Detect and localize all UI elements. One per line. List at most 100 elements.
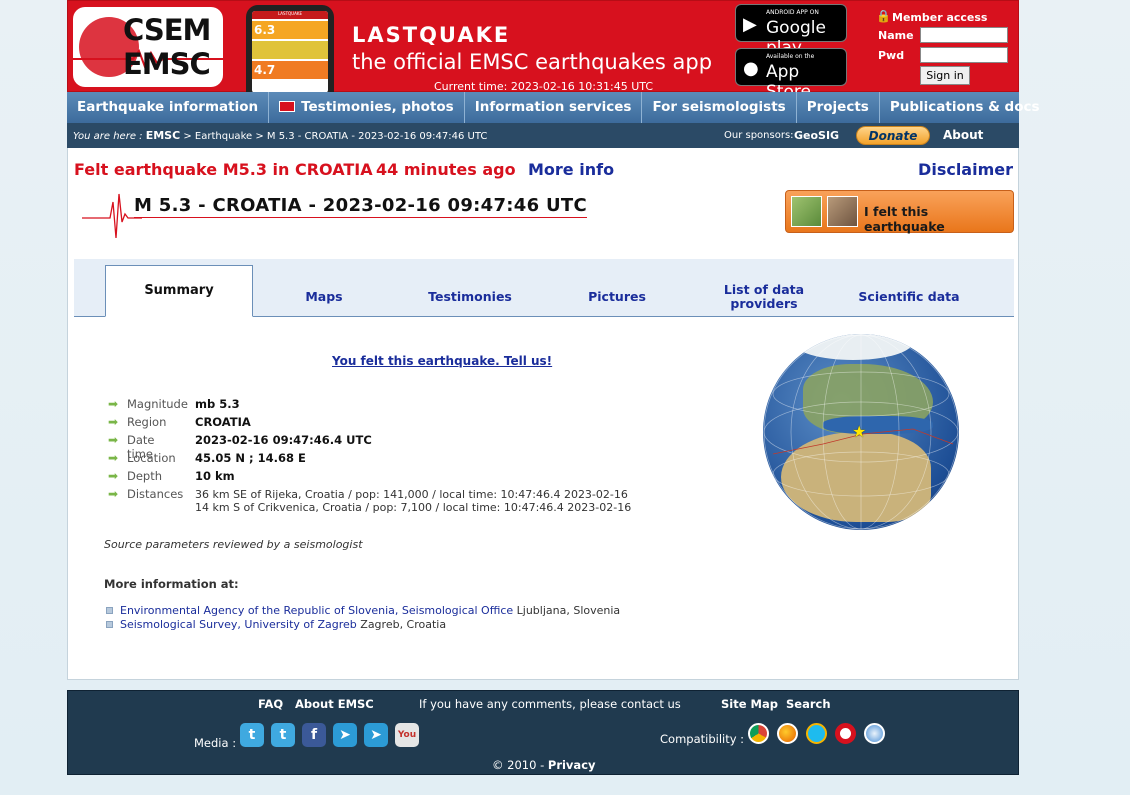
- youtube-icon[interactable]: You: [395, 723, 419, 747]
- nav-information-services[interactable]: Information services: [465, 92, 643, 123]
- faq-link[interactable]: FAQ: [258, 697, 283, 711]
- privacy-link[interactable]: Privacy: [548, 758, 596, 772]
- damage-thumbnail-icon: [827, 196, 858, 227]
- main-nav: Earthquake information Testimonies, phot…: [67, 92, 1040, 123]
- play-icon: ▶: [743, 14, 757, 35]
- seismogram-icon: [82, 193, 142, 239]
- telegram-icon[interactable]: ➤: [333, 723, 357, 747]
- provider-link[interactable]: Seismological Survey, University of Zagr…: [120, 618, 357, 631]
- provider-links: Environmental Agency of the Republic of …: [106, 604, 620, 632]
- pwd-label: Pwd: [878, 49, 905, 62]
- name-label: Name: [878, 29, 914, 42]
- param-value: mb 5.3: [195, 397, 240, 411]
- time-ago: 44 minutes ago: [376, 160, 516, 179]
- distance-item: 14 km S of Crikvenica, Croatia / pop: 7,…: [195, 501, 632, 514]
- sign-in-button[interactable]: Sign in: [920, 66, 970, 85]
- tab-label: Pictures: [588, 289, 646, 304]
- google-play-badge[interactable]: ▶ ANDROID APP ON Google play: [735, 4, 847, 58]
- arrow-icon: ➡: [108, 469, 119, 483]
- twitter-icon[interactable]: t: [271, 723, 295, 747]
- compatibility-label: Compatibility :: [660, 732, 745, 746]
- disclaimer-link[interactable]: Disclaimer: [918, 160, 1013, 179]
- arrow-icon: ➡: [108, 415, 119, 429]
- nav-label: Earthquake information: [77, 99, 259, 115]
- telegram-icon[interactable]: ➤: [364, 723, 388, 747]
- app-store-badge[interactable]: ● Available on the App Store: [735, 48, 847, 102]
- param-value: 2023-02-16 09:47:46.4 UTC: [195, 433, 372, 447]
- page: CSEM EMSC LASTQUAKE 6.3 4.7 LASTQUAKE th…: [67, 0, 1040, 775]
- epicenter-globe-map[interactable]: ★: [763, 334, 959, 530]
- logo-text-top: CSEM: [123, 13, 211, 47]
- breadcrumb-trail[interactable]: > Earthquake > M 5.3 - CROATIA - 2023-02…: [183, 131, 487, 142]
- i-felt-this-earthquake-button[interactable]: I felt this earthquake: [785, 190, 1014, 234]
- donate-button[interactable]: Donate: [856, 126, 930, 145]
- you-felt-tell-us-link[interactable]: You felt this earthquake. Tell us!: [332, 354, 552, 368]
- phone-mag-1: 6.3: [254, 23, 276, 37]
- nav-label: Testimonies, photos: [301, 99, 454, 115]
- internet-explorer-icon: [806, 723, 827, 744]
- reviewed-note: Source parameters reviewed by a seismolo…: [104, 538, 363, 551]
- safari-icon: [864, 723, 885, 744]
- param-key: Magnitude: [127, 397, 188, 411]
- emsc-logo[interactable]: CSEM EMSC: [73, 7, 223, 87]
- list-item: Seismological Survey, University of Zagr…: [106, 618, 620, 632]
- social-media-icons: t t f ➤ ➤ You: [240, 723, 419, 747]
- nav-label: Information services: [474, 99, 632, 115]
- member-access-title: Member access: [892, 11, 988, 24]
- site-map-link[interactable]: Site Map: [721, 697, 778, 711]
- arrow-icon: ➡: [108, 397, 119, 411]
- site-footer: FAQ About EMSC If you have any comments,…: [67, 690, 1019, 775]
- more-info-link[interactable]: More info: [528, 160, 614, 179]
- arrow-icon: ➡: [108, 487, 119, 501]
- param-value: CROATIA: [195, 415, 251, 429]
- app-title[interactable]: LASTQUAKE: [352, 23, 510, 47]
- contact-us-text[interactable]: If you have any comments, please contact…: [419, 697, 681, 711]
- nav-publications-docs[interactable]: Publications & docs: [880, 92, 1050, 123]
- tab-summary[interactable]: Summary: [105, 265, 253, 317]
- breadcrumb-prefix: You are here :: [73, 131, 143, 142]
- provider-place: Zagreb, Croatia: [356, 618, 447, 631]
- app-subtitle[interactable]: the official EMSC earthquakes app: [352, 50, 712, 74]
- event-tabs: Summary Maps Testimonies Pictures List o…: [74, 259, 1014, 317]
- breadcrumb-root-link[interactable]: EMSC: [146, 129, 180, 142]
- tab-list-of-data-providers[interactable]: List of data providers: [704, 277, 824, 317]
- nav-testimonies-photos[interactable]: Testimonies, photos: [269, 92, 465, 123]
- google-play-small-text: ANDROID APP ON: [766, 9, 819, 16]
- tab-pictures[interactable]: Pictures: [544, 277, 690, 317]
- param-key: Depth: [127, 469, 163, 483]
- nav-label: For seismologists: [652, 99, 786, 115]
- password-input[interactable]: [920, 47, 1008, 63]
- phone-app-image[interactable]: LASTQUAKE 6.3 4.7: [246, 5, 334, 93]
- app-store-small-text: Available on the: [766, 53, 815, 60]
- opera-icon: [835, 723, 856, 744]
- site-header: CSEM EMSC LASTQUAKE 6.3 4.7 LASTQUAKE th…: [67, 0, 1019, 102]
- about-emsc-footer-link[interactable]: About EMSC: [295, 697, 374, 711]
- nav-projects[interactable]: Projects: [797, 92, 880, 123]
- facebook-icon[interactable]: f: [302, 723, 326, 747]
- twitter-icon[interactable]: t: [240, 723, 264, 747]
- list-item: Environmental Agency of the Republic of …: [106, 604, 620, 618]
- flag-icon: [279, 101, 296, 112]
- felt-button-label: I felt this earthquake: [864, 204, 945, 234]
- param-value: 10 km: [195, 469, 235, 483]
- name-input[interactable]: [920, 27, 1008, 43]
- nav-earthquake-information[interactable]: Earthquake information: [67, 92, 270, 123]
- search-link[interactable]: Search: [786, 697, 831, 711]
- map-thumbnail-icon: [791, 196, 822, 227]
- provider-link[interactable]: Environmental Agency of the Republic of …: [120, 604, 513, 617]
- tab-label: Maps: [305, 289, 343, 304]
- nav-for-seismologists[interactable]: For seismologists: [642, 92, 797, 123]
- tab-label: List of data providers: [723, 282, 805, 311]
- param-key: Region: [127, 415, 167, 429]
- sponsors-label: Our sponsors:: [724, 130, 794, 141]
- distances-list: 36 km SE of Rijeka, Croatia / pop: 141,0…: [195, 488, 631, 514]
- param-key: Distances: [127, 487, 184, 501]
- copyright-text: © 2010 -: [492, 758, 545, 772]
- arrow-icon: ➡: [108, 433, 119, 447]
- tab-scientific-data[interactable]: Scientific data: [834, 277, 984, 317]
- tab-maps[interactable]: Maps: [254, 277, 394, 317]
- tab-testimonies[interactable]: Testimonies: [397, 277, 543, 317]
- sponsor-geosig-link[interactable]: GeoSIG: [794, 123, 839, 148]
- tab-label: Scientific data: [858, 289, 960, 304]
- apple-icon: ●: [743, 58, 759, 79]
